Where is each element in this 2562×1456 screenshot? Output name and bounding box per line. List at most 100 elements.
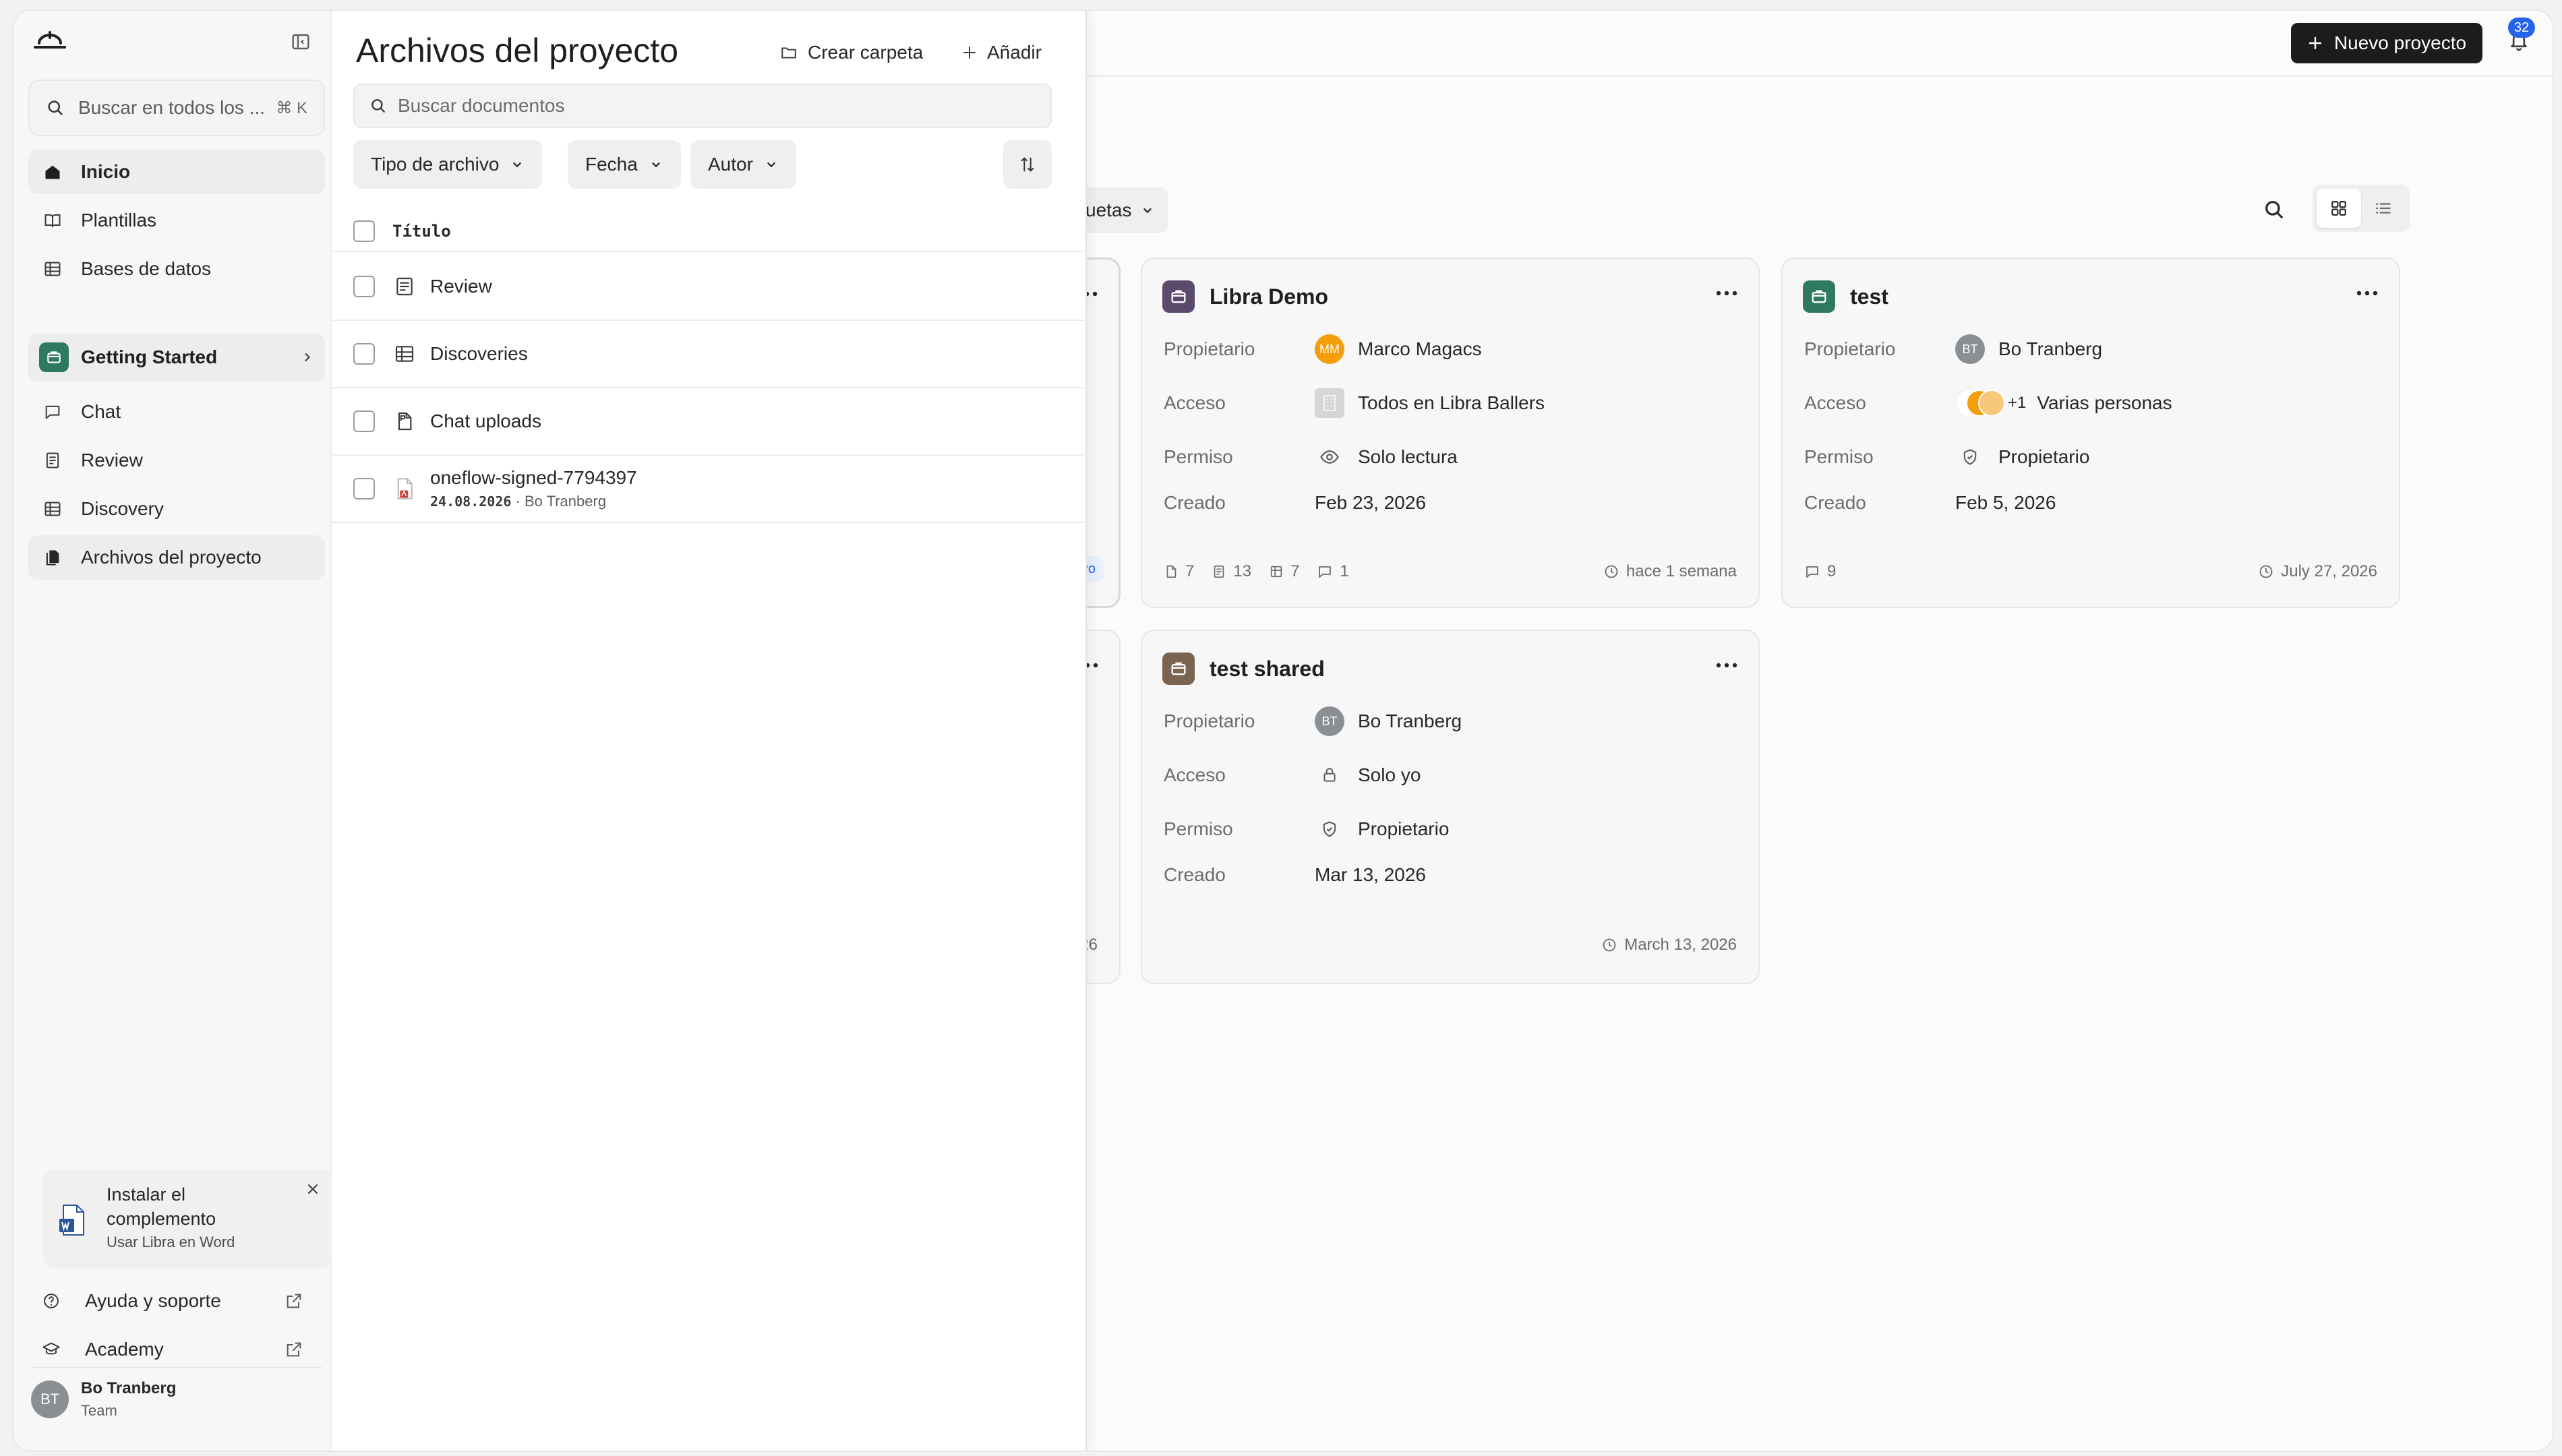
- review-count: 13: [1233, 562, 1252, 580]
- project-card[interactable]: test Propietario BT Bo Tranberg Acceso +1…: [1781, 257, 2400, 608]
- search-shortcut: ⌘ K: [276, 98, 307, 117]
- search-icon[interactable]: [2263, 198, 2286, 221]
- avatar: MM: [1315, 334, 1344, 364]
- date-filter[interactable]: Fecha: [568, 140, 681, 189]
- document-search-input[interactable]: Buscar documentos: [353, 84, 1052, 128]
- chat-doc-icon: [392, 410, 417, 433]
- project-name[interactable]: test shared: [1210, 657, 1325, 681]
- table-header: Título: [332, 212, 1087, 252]
- sidebar-project-getting-started[interactable]: Getting Started: [28, 333, 325, 382]
- project-card[interactable]: Libra Demo Propietario MM Marco Magacs Ac…: [1141, 257, 1760, 608]
- help-support-link[interactable]: Ayuda y soporte: [38, 1281, 328, 1321]
- sidebar-item-label: Archivos del proyecto: [81, 547, 262, 568]
- row-checkbox[interactable]: [353, 276, 375, 297]
- sidebar-item-project-files[interactable]: Archivos del proyecto: [28, 535, 325, 580]
- permission-value: Propietario: [1998, 446, 2090, 467]
- file-row[interactable]: Review: [332, 253, 1087, 321]
- sidebar-item-review[interactable]: Review: [28, 438, 325, 483]
- search-icon: [46, 98, 65, 117]
- row-checkbox[interactable]: [353, 411, 375, 432]
- sidebar-toggle-icon[interactable]: [290, 31, 311, 53]
- project-icon: [1162, 653, 1195, 685]
- help-icon: [38, 1292, 65, 1310]
- owner-value: Bo Tranberg: [1358, 710, 1462, 731]
- create-folder-label: Crear carpeta: [808, 42, 924, 63]
- access-value: Solo yo: [1358, 764, 1421, 785]
- clock-icon: [2258, 564, 2274, 580]
- word-icon: [58, 1204, 86, 1236]
- chevron-down-icon: [649, 157, 663, 172]
- created-value: Feb 23, 2026: [1315, 492, 1427, 513]
- column-title[interactable]: Título: [392, 222, 451, 241]
- file-row[interactable]: Chat uploads: [332, 388, 1087, 456]
- chevron-down-icon: [1140, 203, 1155, 218]
- global-search-input[interactable]: Buscar en todos los ... ⌘ K: [28, 80, 325, 136]
- divider: [31, 1367, 322, 1368]
- global-search-placeholder: Buscar en todos los ...: [78, 97, 266, 118]
- grid-view-button[interactable]: [2317, 189, 2361, 228]
- list-view-button[interactable]: [2361, 189, 2406, 228]
- review-icon: [39, 451, 66, 470]
- external-link-icon: [280, 1340, 307, 1359]
- review-icon: [392, 275, 417, 298]
- app-window: Nuevo proyecto 32 uetas vo Libra Demo Pr…: [12, 9, 2554, 1452]
- project-icon: [1162, 280, 1195, 313]
- permission-value: Propietario: [1358, 818, 1450, 839]
- sidebar-item-home[interactable]: Inicio: [28, 150, 325, 194]
- chat-count: 1: [1340, 562, 1349, 580]
- close-icon[interactable]: [305, 1181, 321, 1197]
- row-checkbox[interactable]: [353, 343, 375, 365]
- project-icon: [1803, 280, 1835, 313]
- chat-icon: [1804, 564, 1820, 580]
- document-count: 7: [1185, 562, 1195, 580]
- access-label: Acceso: [1804, 392, 1866, 413]
- owner-value: Bo Tranberg: [1998, 338, 2103, 359]
- academy-link[interactable]: Academy: [38, 1329, 328, 1370]
- more-icon[interactable]: [1715, 290, 1738, 297]
- new-project-button[interactable]: Nuevo proyecto: [2291, 23, 2482, 63]
- created-value: Feb 5, 2026: [1955, 492, 2056, 513]
- table-icon: [1269, 564, 1284, 580]
- add-button[interactable]: Añadir: [961, 42, 1042, 63]
- project-nav: Chat Review Discovery Archivos del proye…: [28, 390, 325, 584]
- select-all-checkbox[interactable]: [353, 220, 375, 242]
- install-addin-promo[interactable]: Instalar el complemento Usar Libra en Wo…: [43, 1169, 332, 1269]
- file-row[interactable]: Discoveries: [332, 321, 1087, 388]
- file-type-filter[interactable]: Tipo de archivo: [353, 140, 543, 189]
- avatar: BT: [1955, 334, 1985, 364]
- sidebar-item-label: Discovery: [81, 498, 164, 519]
- project-card[interactable]: test shared Propietario BT Bo Tranberg Ac…: [1141, 630, 1760, 984]
- owner-label: Propietario: [1164, 710, 1255, 731]
- user-team: Team: [81, 1402, 117, 1419]
- folder-icon: [779, 44, 798, 61]
- logo-icon[interactable]: [32, 30, 67, 53]
- sidebar-item-chat[interactable]: Chat: [28, 390, 325, 434]
- chat-count: 9: [1827, 562, 1837, 580]
- author-filter[interactable]: Autor: [690, 140, 796, 189]
- file-row[interactable]: oneflow-signed-7794397 24.08.2026 · Bo T…: [332, 456, 1087, 523]
- sort-button[interactable]: [1003, 140, 1052, 189]
- sidebar-item-databases[interactable]: Bases de datos: [28, 247, 325, 291]
- table-icon: [39, 499, 66, 518]
- project-name[interactable]: Libra Demo: [1210, 284, 1328, 309]
- access-label: Acceso: [1164, 392, 1226, 413]
- sidebar-item-discovery[interactable]: Discovery: [28, 487, 325, 531]
- help-label: Ayuda y soporte: [85, 1290, 221, 1311]
- project-name[interactable]: test: [1850, 284, 1888, 309]
- table-icon: [392, 342, 417, 365]
- more-icon[interactable]: [2356, 290, 2379, 297]
- created-label: Creado: [1804, 492, 1866, 513]
- create-folder-button[interactable]: Crear carpeta: [779, 42, 923, 63]
- files-icon: [39, 548, 66, 567]
- lock-icon: [1315, 760, 1344, 790]
- sidebar-item-label: Bases de datos: [81, 258, 212, 279]
- avatar: BT: [1315, 706, 1344, 736]
- sidebar-item-templates[interactable]: Plantillas: [28, 198, 325, 243]
- grid-icon: [2330, 200, 2348, 217]
- more-icon[interactable]: [1715, 662, 1738, 669]
- avatar-stack: [1955, 388, 2005, 418]
- chat-icon: [1317, 564, 1333, 580]
- row-checkbox[interactable]: [353, 478, 375, 499]
- sidebar-item-label: Chat: [81, 401, 121, 422]
- user-menu[interactable]: BT Bo Tranberg Team: [31, 1379, 176, 1420]
